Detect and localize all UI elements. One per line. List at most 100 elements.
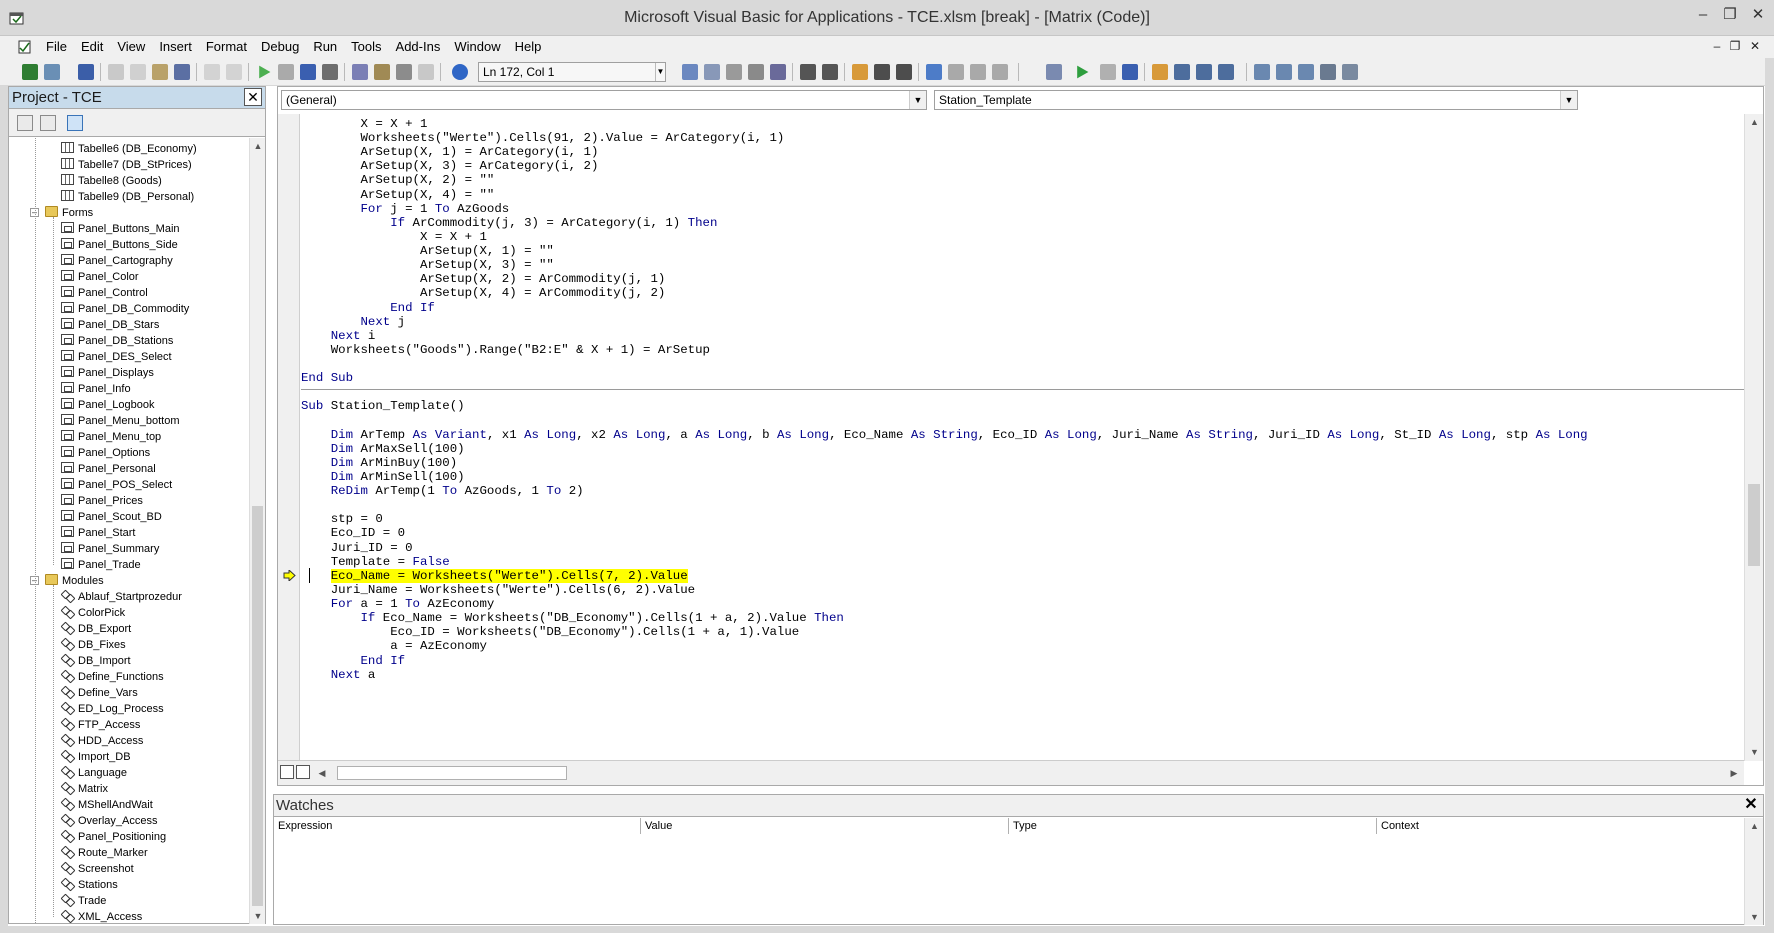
- tree-item-module[interactable]: Trade: [61, 893, 106, 909]
- tree-item-module[interactable]: DB_Export: [61, 621, 131, 637]
- continue-icon[interactable]: [1077, 65, 1089, 79]
- chevron-down-icon[interactable]: ▼: [1560, 91, 1577, 109]
- menu-run[interactable]: Run: [313, 39, 337, 54]
- tree-item-form[interactable]: Panel_DES_Select: [61, 349, 172, 365]
- code-line[interactable]: Worksheets("Goods").Range("B2:E" & X + 1…: [301, 342, 710, 358]
- save-icon[interactable]: [78, 64, 94, 80]
- step-over-icon[interactable]: [1196, 64, 1212, 80]
- design-toolbar-icon[interactable]: [1046, 64, 1062, 80]
- insert-module-icon[interactable]: [44, 64, 60, 80]
- tree-item-sheet[interactable]: Tabelle7 (DB_StPrices): [61, 157, 192, 173]
- view-code-icon[interactable]: [17, 115, 33, 131]
- scroll-down-icon[interactable]: ▼: [1745, 909, 1764, 925]
- complete-word-icon[interactable]: [770, 64, 786, 80]
- copy-icon[interactable]: [130, 64, 146, 80]
- tree-item-module[interactable]: MShellAndWait: [61, 797, 153, 813]
- close-icon[interactable]: ✕: [1742, 796, 1760, 814]
- tree-item-form[interactable]: Panel_Trade: [61, 557, 141, 573]
- maximize-button[interactable]: ❐: [1717, 4, 1743, 26]
- menu-window[interactable]: Window: [454, 39, 500, 54]
- menu-tools[interactable]: Tools: [351, 39, 381, 54]
- tree-item-module[interactable]: Define_Functions: [61, 669, 164, 685]
- toolbox-icon[interactable]: [418, 64, 434, 80]
- scrollbar-thumb[interactable]: [252, 506, 263, 906]
- scrollbar-thumb[interactable]: [337, 766, 567, 780]
- tree-item-module[interactable]: Screenshot: [61, 861, 134, 877]
- scroll-right-icon[interactable]: ▶: [1726, 765, 1742, 781]
- tree-item-module[interactable]: Panel_Positioning: [61, 829, 166, 845]
- tree-item-module[interactable]: Language: [61, 765, 127, 781]
- view-object-icon[interactable]: [40, 115, 56, 131]
- column-value[interactable]: Value: [641, 818, 1009, 834]
- tree-item-form[interactable]: Panel_Prices: [61, 493, 143, 509]
- scroll-up-icon[interactable]: ▲: [1745, 818, 1764, 834]
- step-into-icon[interactable]: [1174, 64, 1190, 80]
- outdent-icon[interactable]: [822, 64, 838, 80]
- mdi-minimize-button[interactable]: –: [1708, 37, 1726, 55]
- list-constants-icon[interactable]: [704, 64, 720, 80]
- break-icon[interactable]: [278, 64, 294, 80]
- code-line[interactable]: ReDim ArTemp(1 To AzGoods, 1 To 2): [301, 483, 584, 499]
- toggle-bookmark-icon[interactable]: [926, 64, 942, 80]
- tree-item-form[interactable]: Panel_POS_Select: [61, 477, 172, 493]
- run-icon[interactable]: [259, 65, 271, 79]
- code-line[interactable]: Dim ArTemp As Variant, x1 As Long, x2 As…: [301, 427, 1588, 443]
- tree-item-module[interactable]: Overlay_Access: [61, 813, 157, 829]
- tree-item-module[interactable]: Define_Vars: [61, 685, 138, 701]
- tree-item-module[interactable]: HDD_Access: [61, 733, 143, 749]
- menu-edit[interactable]: Edit: [81, 39, 103, 54]
- menu-view[interactable]: View: [117, 39, 145, 54]
- code-margin-bar[interactable]: [278, 114, 300, 761]
- toggle-breakpoint-icon[interactable]: [852, 64, 868, 80]
- toggle-folders-icon[interactable]: [67, 115, 83, 131]
- object-browser-icon[interactable]: [396, 64, 412, 80]
- minimize-button[interactable]: –: [1690, 4, 1716, 26]
- tree-item-sheet[interactable]: Tabelle6 (DB_Economy): [61, 141, 197, 157]
- tree-item-form[interactable]: Panel_DB_Commodity: [61, 301, 189, 317]
- tree-item-module[interactable]: Import_DB: [61, 749, 131, 765]
- close-button[interactable]: ✕: [1745, 4, 1771, 26]
- breakpoint-hand-icon[interactable]: [1152, 64, 1168, 80]
- tree-item-form[interactable]: Panel_Info: [61, 381, 131, 397]
- paste-icon[interactable]: [152, 64, 168, 80]
- tree-item-form[interactable]: Panel_Buttons_Main: [61, 221, 180, 237]
- immediate-window-icon[interactable]: [1276, 64, 1292, 80]
- tree-item-form[interactable]: Panel_Color: [61, 269, 139, 285]
- tree-item-form[interactable]: Panel_Scout_BD: [61, 509, 162, 525]
- tree-item-form[interactable]: Panel_Displays: [61, 365, 154, 381]
- tree-item-sheet[interactable]: Tabelle9 (DB_Personal): [61, 189, 194, 205]
- tree-item-module[interactable]: DB_Import: [61, 653, 131, 669]
- parameter-info-icon[interactable]: [748, 64, 764, 80]
- code-editor[interactable]: X = X + 1 Worksheets("Werte").Cells(91, …: [301, 114, 1744, 761]
- tree-item-form[interactable]: Panel_Buttons_Side: [61, 237, 178, 253]
- mdi-close-button[interactable]: ✕: [1746, 37, 1764, 55]
- tree-item-module[interactable]: XML_Access: [61, 909, 142, 924]
- tree-item-module[interactable]: ED_Log_Process: [61, 701, 164, 717]
- mdi-restore-button[interactable]: ❐: [1726, 37, 1744, 55]
- tree-item-form[interactable]: Panel_DB_Stations: [61, 333, 173, 349]
- list-properties-icon[interactable]: [682, 64, 698, 80]
- watch-window-icon[interactable]: [1298, 64, 1314, 80]
- redo-icon[interactable]: [226, 64, 242, 80]
- cut-icon[interactable]: [108, 64, 124, 80]
- comment-block-icon[interactable]: [874, 64, 890, 80]
- pause-icon[interactable]: [1100, 64, 1116, 80]
- menu-addins[interactable]: Add-Ins: [396, 39, 441, 54]
- tree-item-module[interactable]: FTP_Access: [61, 717, 140, 733]
- tree-item-form[interactable]: Panel_Logbook: [61, 397, 154, 413]
- scroll-up-icon[interactable]: ▲: [1745, 114, 1764, 131]
- undo-icon[interactable]: [204, 64, 220, 80]
- object-combo[interactable]: (General) ▼: [281, 90, 927, 110]
- column-type[interactable]: Type: [1009, 818, 1377, 834]
- tree-item-form[interactable]: Panel_Options: [61, 445, 150, 461]
- code-vertical-scrollbar[interactable]: ▲ ▼: [1744, 114, 1763, 761]
- previous-bookmark-icon[interactable]: [970, 64, 986, 80]
- indent-icon[interactable]: [800, 64, 816, 80]
- tree-item-form[interactable]: Panel_Cartography: [61, 253, 173, 269]
- scroll-left-icon[interactable]: ◀: [314, 765, 330, 781]
- tree-item-module[interactable]: Stations: [61, 877, 118, 893]
- menu-format[interactable]: Format: [206, 39, 247, 54]
- code-horizontal-scrollbar[interactable]: ◀ ▶: [278, 760, 1744, 785]
- procedure-combo[interactable]: Station_Template ▼: [934, 90, 1578, 110]
- chevron-down-icon[interactable]: ▼: [655, 63, 665, 81]
